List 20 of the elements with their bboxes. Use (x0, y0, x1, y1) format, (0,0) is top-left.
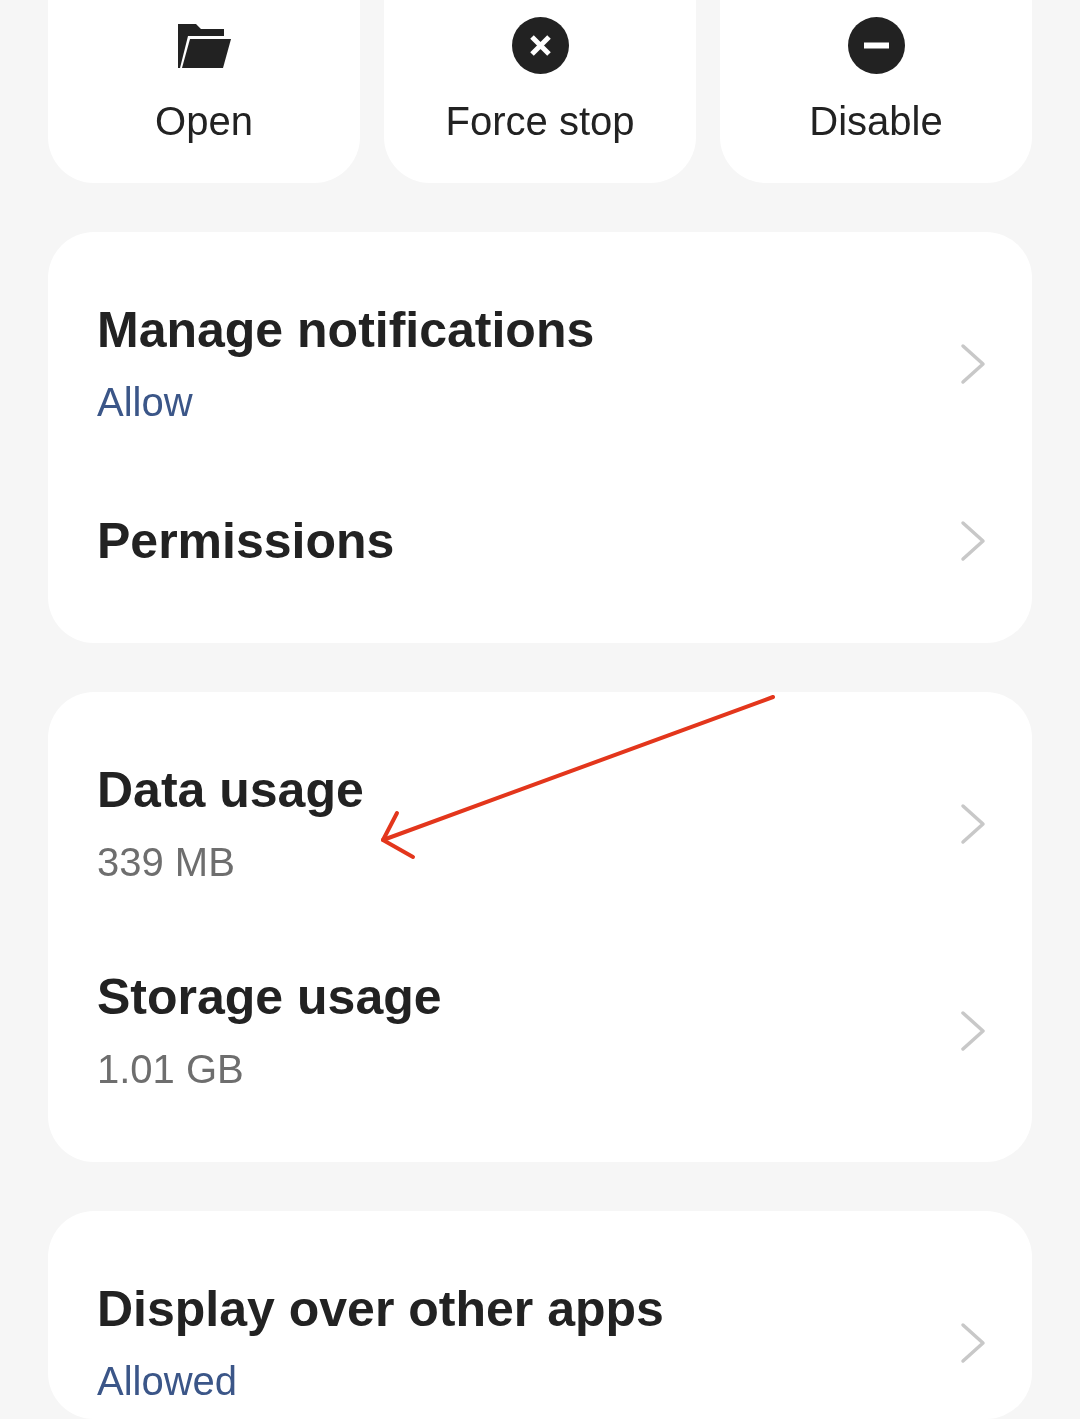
folder-icon (176, 21, 232, 70)
status-text: Allowed (97, 1358, 238, 1405)
minus-circle-icon (847, 17, 905, 74)
open-button[interactable]: Open (48, 0, 360, 183)
item-title[interactable]: Data usage (97, 760, 364, 820)
value-text: 339 MB (97, 839, 235, 886)
chevron-right-icon (960, 520, 986, 562)
close-circle-icon (511, 17, 569, 74)
chevron-right-icon (960, 1009, 986, 1052)
status-text: Allow (97, 379, 193, 426)
item-title[interactable]: Storage usage (97, 967, 442, 1027)
item-title[interactable]: Manage notifications (97, 300, 595, 360)
item-title[interactable]: Permissions (97, 511, 395, 571)
disable-button[interactable]: Disable (720, 0, 1032, 183)
item-title[interactable]: Display over other apps (97, 1279, 664, 1339)
chevron-right-icon (960, 342, 986, 385)
value-text: 1.01 GB (97, 1046, 244, 1093)
chevron-right-icon (960, 802, 986, 845)
chevron-right-icon (960, 1321, 986, 1364)
force-stop-button[interactable]: Force stop (384, 0, 696, 183)
